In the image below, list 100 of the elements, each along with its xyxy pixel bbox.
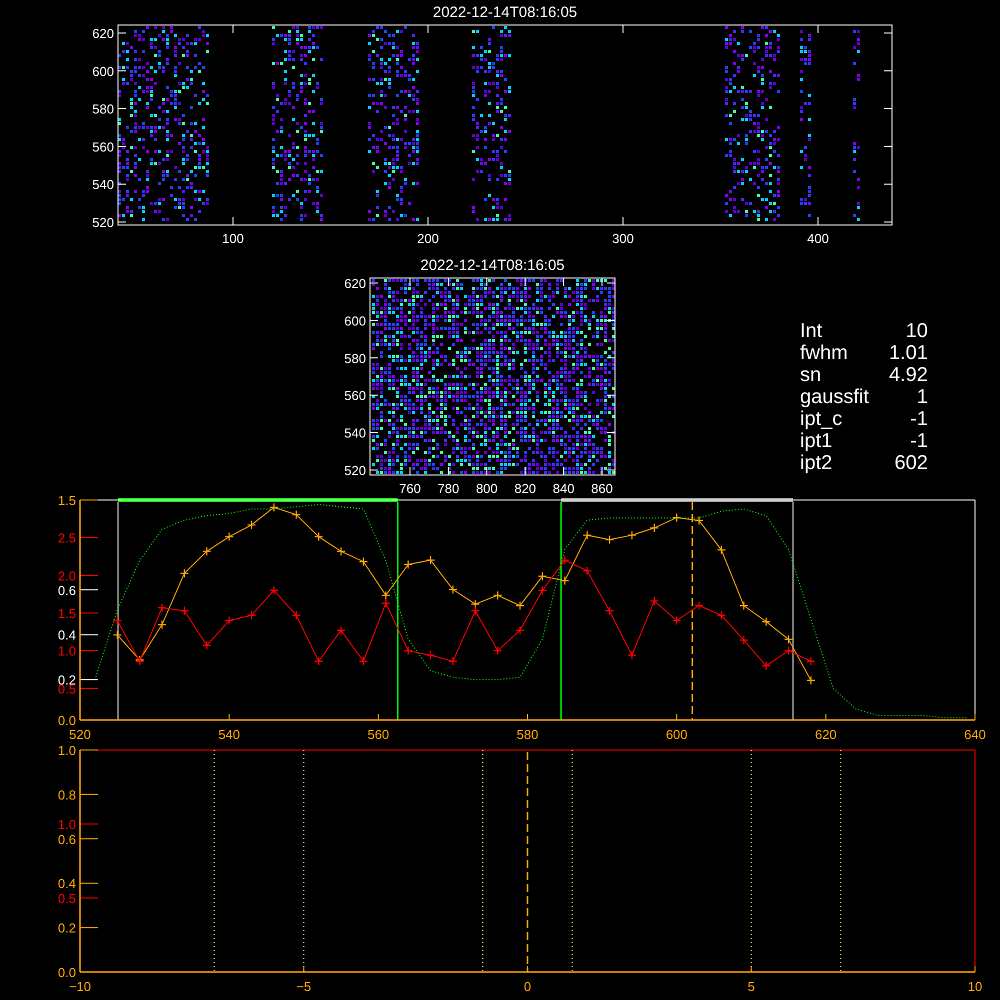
fit-value: 602: [894, 452, 928, 474]
plus-marker: [292, 510, 301, 520]
tick-label: 0: [524, 979, 532, 994]
plus-marker: [269, 586, 279, 595]
plus-marker: [560, 556, 570, 565]
plus-marker: [806, 676, 816, 685]
plus-marker: [157, 603, 167, 612]
tick-label: 520: [344, 463, 366, 478]
plus-marker: [180, 606, 190, 616]
tick-label: 2.5: [58, 530, 76, 546]
fit-label: ipt_c: [800, 408, 844, 430]
tick-label: 0.2: [58, 920, 76, 936]
tick-label: −5: [296, 979, 312, 994]
plus-marker: [739, 636, 748, 645]
plus-marker: [672, 513, 682, 522]
plus-marker: [716, 545, 726, 554]
tick-label: 0.0: [58, 713, 76, 728]
plus-marker: [515, 626, 525, 635]
fit-value: -1: [909, 430, 928, 452]
plus-marker: [426, 650, 436, 660]
plus-marker: [493, 590, 502, 600]
fit-label: sn: [800, 364, 822, 386]
tick-label: 0.4: [58, 628, 76, 643]
tick-label: 540: [344, 426, 366, 441]
tick-label: 600: [666, 727, 688, 742]
fit-value: 1: [916, 386, 928, 408]
tick-label: 640: [964, 727, 986, 742]
tick-label: 0.6: [58, 582, 76, 598]
fit-value: -1: [909, 408, 928, 430]
plus-marker: [627, 530, 637, 540]
plus-marker: [314, 656, 324, 666]
plot-title: 2022-12-14T08:16:05: [432, 4, 578, 21]
plot-title: 2022-12-14T08:16:05: [420, 257, 565, 274]
plus-marker: [246, 610, 256, 620]
plus-marker: [448, 584, 458, 594]
tick-label: 540: [218, 727, 240, 742]
tick-label: 10: [968, 979, 982, 994]
tick-label: 5: [748, 979, 755, 994]
plus-marker: [784, 634, 794, 644]
tick-label: 860: [591, 481, 613, 496]
plus-marker: [157, 620, 167, 630]
plus-marker: [336, 626, 346, 635]
plus-marker: [224, 532, 234, 542]
tick-label: 600: [92, 64, 114, 79]
plus-marker: [224, 616, 234, 626]
tick-label: 0.0: [58, 965, 76, 980]
plus-marker: [314, 532, 324, 542]
tick-label: 580: [344, 350, 366, 366]
plus-marker: [716, 610, 726, 620]
tick-label: 560: [367, 727, 390, 742]
plus-marker: [493, 646, 502, 656]
tick-label: 1.5: [58, 493, 76, 508]
plus-marker: [538, 586, 548, 595]
plus-marker: [448, 656, 458, 666]
plus-marker: [336, 546, 346, 556]
tick-label: 400: [807, 231, 829, 246]
plus-marker: [202, 546, 212, 556]
tick-label: 620: [92, 26, 114, 41]
plus-marker: [650, 523, 659, 532]
plus-marker: [538, 572, 548, 581]
tick-label: 580: [516, 727, 538, 742]
tick-label: 560: [92, 139, 114, 154]
tick-label: 0.5: [58, 891, 76, 906]
plus-marker: [694, 516, 704, 526]
plus-marker: [404, 560, 413, 570]
plus-marker: [582, 566, 592, 576]
fit-label: Int: [800, 320, 824, 342]
plus-marker: [515, 601, 525, 610]
tick-label: 0.4: [58, 876, 76, 892]
tick-label: 560: [344, 388, 366, 404]
plus-marker: [246, 520, 256, 530]
plus-marker: [358, 656, 368, 666]
tick-label: 100: [222, 231, 244, 246]
plus-marker: [627, 650, 637, 660]
tick-label: 580: [92, 102, 114, 117]
plus-marker: [806, 656, 816, 666]
tick-label: 200: [417, 231, 439, 246]
tick-label: 620: [814, 727, 837, 742]
tick-label: 1.0: [58, 743, 76, 758]
plus-marker: [202, 640, 212, 650]
tick-label: 540: [92, 177, 114, 192]
tick-label: 600: [344, 313, 366, 328]
fit-label: ipt1: [800, 430, 834, 452]
tick-label: 0.8: [58, 787, 76, 802]
tick-label: 840: [552, 481, 574, 496]
tick-label: 760: [399, 481, 421, 496]
tick-label: 620: [344, 276, 366, 291]
plus-marker: [604, 606, 614, 616]
fit-value: 1.01: [888, 342, 928, 364]
tick-label: 1.0: [58, 644, 76, 659]
plus-marker: [404, 646, 413, 656]
tick-label: 2.0: [58, 568, 76, 584]
plus-marker: [762, 617, 771, 626]
plus-marker: [112, 630, 122, 640]
tick-label: 520: [92, 215, 114, 230]
plus-marker: [112, 616, 122, 626]
tick-label: −10: [68, 979, 92, 994]
plus-marker: [784, 646, 794, 656]
plus-marker: [582, 530, 592, 540]
tick-label: 1.5: [58, 606, 76, 622]
